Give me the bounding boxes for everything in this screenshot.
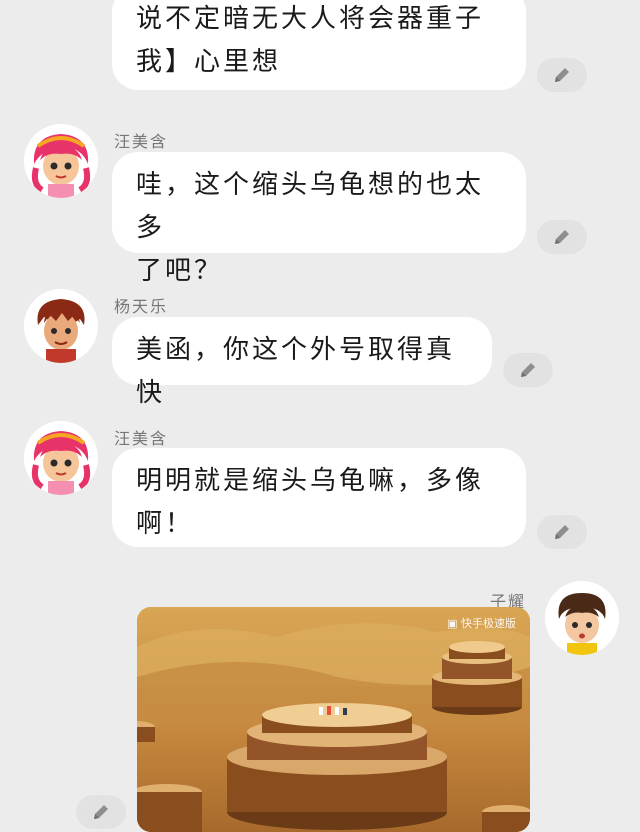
edit-button[interactable] [537, 58, 587, 92]
avatar[interactable] [24, 421, 98, 495]
message-bubble: 明明就是缩头乌龟嘛，多像 啊！ [112, 448, 526, 547]
pencil-icon [555, 68, 569, 82]
boy-avatar-icon [24, 289, 98, 363]
pencil-icon [94, 805, 108, 819]
video-thumbnail[interactable]: ▣ 快手极速版 [137, 607, 530, 832]
message-line: 哇，这个缩头乌龟想的也太多 [136, 170, 485, 243]
girl-avatar-icon [24, 421, 98, 495]
edit-button[interactable] [537, 220, 587, 254]
message-bubble: 说不定暗无大人将会器重子 我】心里想 [112, 0, 526, 90]
boy-avatar-icon [545, 581, 619, 655]
sender-name: 汪美含 [114, 132, 169, 151]
watermark-text: 快手极速版 [461, 617, 516, 630]
girl-avatar-icon [24, 124, 98, 198]
message-line: 美函，你这个外号取得真快 [136, 335, 456, 408]
edit-button[interactable] [503, 353, 553, 387]
message-line: 啊！ [136, 509, 195, 539]
message-bubble: 美函，你这个外号取得真快 [112, 317, 492, 408]
pencil-icon [555, 525, 569, 539]
message-line: 说不定暗无大人将会器重子 [136, 4, 485, 34]
edit-button[interactable] [76, 795, 126, 829]
kuaishou-logo-icon: ▣ [447, 617, 458, 630]
avatar[interactable] [24, 289, 98, 363]
avatar[interactable] [545, 581, 619, 655]
pencil-icon [555, 230, 569, 244]
pencil-icon [521, 363, 535, 377]
sender-name: 汪美含 [114, 429, 169, 448]
message-line: 了吧？ [136, 256, 224, 286]
message-line: 明明就是缩头乌龟嘛，多像 [136, 466, 485, 496]
message-line: 我】心里想 [136, 47, 282, 77]
desert-scene-image [137, 607, 530, 832]
avatar[interactable] [24, 124, 98, 198]
message-bubble: 哇，这个缩头乌龟想的也太多 了吧？ [112, 152, 526, 286]
sender-name: 杨天乐 [114, 297, 169, 316]
edit-button[interactable] [537, 515, 587, 549]
video-watermark: ▣ 快手极速版 [447, 615, 516, 631]
